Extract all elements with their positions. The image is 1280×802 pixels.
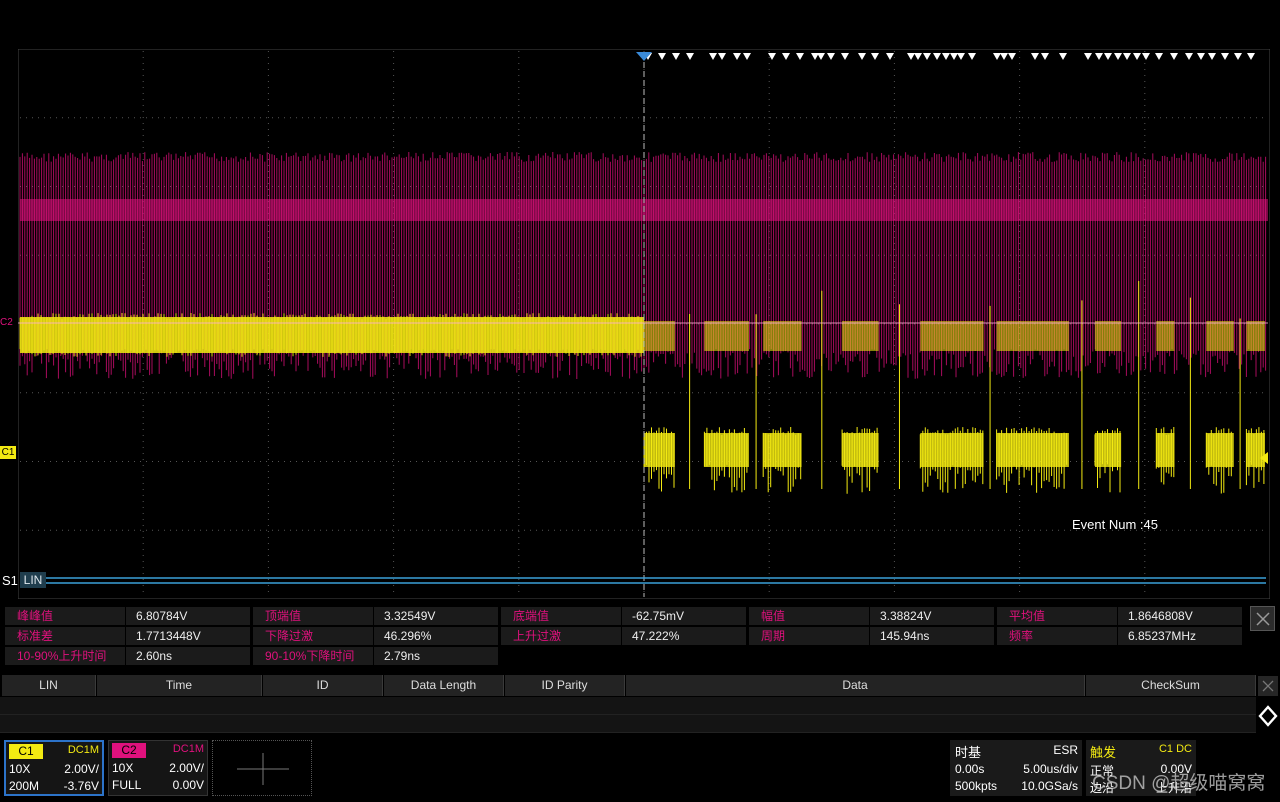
decode-table-row[interactable] [0, 715, 1256, 733]
measurement-name: 下降过激 [253, 627, 373, 645]
measurement-value: 1.8646808V [1118, 607, 1242, 625]
measurement-value: 2.60ns [126, 647, 250, 665]
watermark-text: CSDN @超级喵窝窝 [1092, 773, 1266, 794]
channel-2-settings[interactable]: C2 DC1M 10X 2.00V/ FULL 0.00V [108, 740, 208, 796]
timebase-sample-rate: 10.0GSa/s [1021, 779, 1078, 793]
close-icon [1262, 680, 1274, 692]
measurement-name: 10-90%上升时间 [5, 647, 125, 665]
ch2-offset: 0.00V [172, 778, 204, 792]
measurement-name: 周期 [749, 627, 869, 645]
ch2-scale: 2.00V/ [169, 761, 204, 775]
serial-protocol-tag[interactable]: LIN [20, 572, 46, 588]
up-down-chevron-icon [1258, 705, 1278, 727]
measurement-value: 3.38824V [870, 607, 994, 625]
ch2-bandwidth: FULL [112, 778, 142, 792]
add-channel-button[interactable] [212, 740, 312, 796]
measurement-name: 频率 [997, 627, 1117, 645]
decode-column-header[interactable]: ID Parity [505, 675, 625, 696]
decode-close-button[interactable] [1258, 676, 1278, 696]
measurement-value: -62.75mV [622, 607, 746, 625]
measurement-value: 46.296% [374, 627, 498, 645]
trigger-title: 触发 [1090, 745, 1117, 760]
decode-column-header[interactable]: CheckSum [1086, 675, 1256, 696]
decode-table-row[interactable] [0, 697, 1256, 715]
decode-navigation-button[interactable] [1256, 702, 1280, 730]
plus-icon [237, 753, 289, 785]
ch1-marker[interactable]: C1 [0, 446, 16, 459]
measurement-name: 标准差 [5, 627, 125, 645]
ch1-probe: 10X [9, 762, 31, 776]
channel-1-settings[interactable]: C1 DC1M 10X 2.00V/ 200M -3.76V [4, 740, 104, 796]
oscilloscope-screen: C2 C1 Event Num :45 S1 LIN 峰峰值 6.80784V 顶端… [0, 0, 1280, 800]
measurement-name: 幅值 [749, 607, 869, 625]
ch1-tag: C1 [9, 744, 43, 759]
ch1-scale: 2.00V/ [64, 762, 99, 776]
measurement-name: 顶端值 [253, 607, 373, 625]
measurement-name: 90-10%下降时间 [253, 647, 373, 665]
ch1-coupling: DC1M [67, 744, 99, 756]
measurement-close-button[interactable] [1250, 606, 1275, 631]
measurement-value: 6.80784V [126, 607, 250, 625]
decode-column-header[interactable]: Data Length [384, 675, 504, 696]
measurement-value: 3.32549V [374, 607, 498, 625]
decode-column-header[interactable]: Time [97, 675, 262, 696]
measurement-name: 平均值 [997, 607, 1117, 625]
measurement-value: 2.79ns [374, 647, 498, 665]
timebase-mode: ESR [1053, 743, 1078, 757]
ch2-marker[interactable]: C2 [0, 317, 13, 328]
trigger-source: C1 DC [1158, 743, 1192, 755]
decode-column-header[interactable]: ID [263, 675, 383, 696]
timebase-memory: 500kpts [955, 779, 998, 793]
close-icon [1256, 612, 1270, 626]
timebase-delay: 0.00s [955, 762, 985, 776]
timebase-scale: 5.00us/div [1023, 762, 1078, 776]
decode-column-header[interactable]: Data [626, 675, 1085, 696]
measurement-name: 峰峰值 [5, 607, 125, 625]
measurement-value: 1.7713448V [126, 627, 250, 645]
measurement-value: 145.94ns [870, 627, 994, 645]
timebase-title: 时基 [955, 745, 982, 760]
event-number-label: Event Num :45 [1072, 517, 1158, 532]
ch2-coupling: DC1M [172, 743, 204, 755]
serial-bus-label: S1 [2, 573, 18, 588]
ch2-probe: 10X [112, 761, 134, 775]
measurement-name: 底端值 [501, 607, 621, 625]
decode-column-header[interactable]: LIN [2, 675, 96, 696]
ch1-bandwidth: 200M [9, 779, 40, 793]
timebase-settings[interactable]: 时基 ESR 0.00s 5.00us/div 500kpts 10.0GSa/… [950, 740, 1082, 796]
measurement-name: 上升过激 [501, 627, 621, 645]
ch1-offset: -3.76V [63, 779, 99, 793]
measurement-value: 6.85237MHz [1118, 627, 1242, 645]
measurement-value: 47.222% [622, 627, 746, 645]
ch2-tag: C2 [112, 743, 146, 758]
